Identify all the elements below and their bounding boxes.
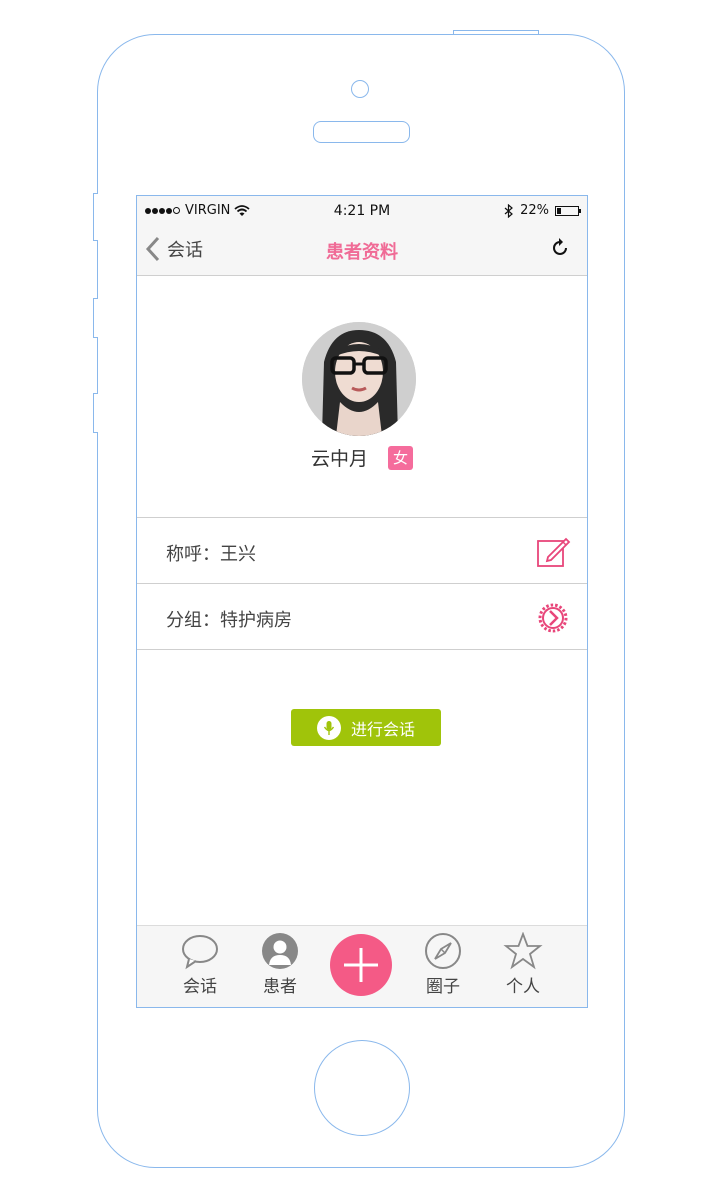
- avatar-photo: [302, 322, 416, 436]
- volume-up-button: [93, 298, 98, 338]
- volume-down-button: [93, 393, 98, 433]
- tab-bar: 会话 患者 圈子 个人: [137, 925, 587, 1007]
- plus-icon: [344, 948, 378, 982]
- start-chat-button[interactable]: 进行会话: [291, 709, 441, 746]
- group-row[interactable]: 分组：特护病房: [137, 584, 587, 650]
- edit-icon[interactable]: [535, 534, 571, 570]
- battery-icon: [555, 205, 581, 216]
- nickname-row[interactable]: 称呼：王兴: [137, 518, 587, 584]
- page-title: 患者资料: [326, 242, 398, 263]
- mute-switch: [93, 193, 98, 241]
- earpiece-speaker: [313, 121, 410, 143]
- tab-profile-label: 个人: [506, 977, 540, 997]
- tab-circle-label: 圈子: [426, 977, 460, 997]
- refresh-icon[interactable]: [549, 237, 571, 259]
- nickname-label: 称呼：王兴: [166, 544, 256, 565]
- battery-percent: 22%: [520, 203, 549, 218]
- battery-fill: [557, 207, 561, 214]
- profile-header: 云中月 女: [137, 276, 587, 518]
- group-select-gear-icon[interactable]: [535, 600, 571, 636]
- bluetooth-icon: [504, 203, 514, 218]
- tab-patients-label: 患者: [263, 977, 297, 997]
- tab-circle[interactable]: 圈子: [413, 932, 473, 997]
- person-icon: [262, 933, 298, 969]
- tab-profile[interactable]: 个人: [493, 932, 553, 997]
- group-label: 分组：特护病房: [166, 610, 292, 631]
- start-chat-label: 进行会话: [350, 719, 415, 739]
- gender-badge: 女: [388, 445, 413, 470]
- tab-patients[interactable]: 患者: [250, 932, 310, 997]
- front-camera: [351, 80, 369, 98]
- add-button[interactable]: [330, 934, 392, 996]
- home-button[interactable]: [314, 1040, 410, 1136]
- status-bar: VIRGIN 4:21 PM 22%: [137, 196, 587, 226]
- patient-name: 云中月: [310, 448, 368, 470]
- navigation-bar: 会话 患者资料: [137, 226, 587, 276]
- compass-icon: [425, 933, 461, 969]
- microphone-icon: [316, 715, 341, 740]
- chat-bubble-icon: [182, 935, 218, 970]
- star-icon: [503, 932, 543, 970]
- tab-conversations-label: 会话: [183, 977, 217, 997]
- tab-conversations[interactable]: 会话: [170, 932, 230, 997]
- power-button: [453, 30, 539, 34]
- app-screen: VIRGIN 4:21 PM 22% 会话 患者资料 云中月 女 称呼：王兴 分…: [136, 195, 588, 1008]
- avatar: [302, 322, 416, 436]
